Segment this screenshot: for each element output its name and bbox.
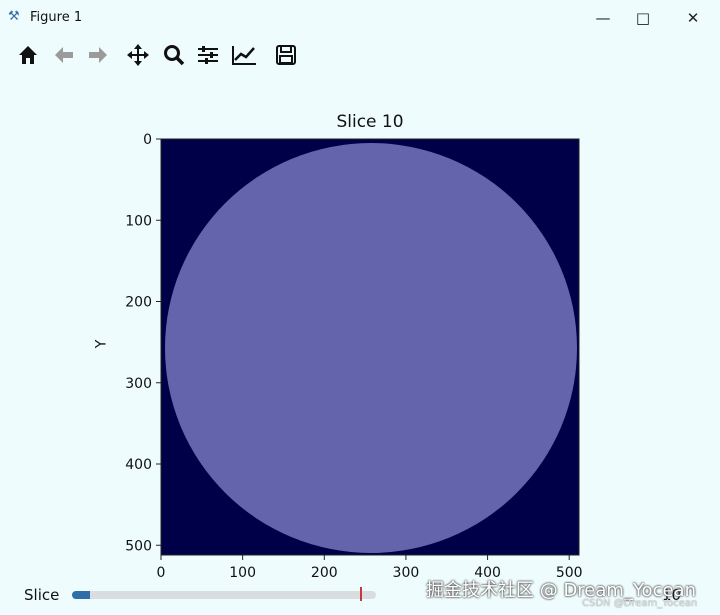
- watermark-sub: CSDN @Dream_Yocean: [582, 598, 698, 609]
- save-icon[interactable]: [270, 39, 302, 71]
- pan-icon[interactable]: [122, 39, 154, 71]
- forward-icon[interactable]: [82, 39, 114, 71]
- y-tick-label: 100: [125, 213, 152, 229]
- configure-subplots-icon[interactable]: [192, 39, 224, 71]
- x-tick-label: 200: [311, 565, 338, 581]
- title-bar: ⚒ Figure 1 — □ ✕: [0, 0, 720, 36]
- y-axis-label: Y: [93, 339, 110, 349]
- axes-frame: [160, 138, 580, 556]
- zoom-icon[interactable]: [158, 39, 190, 71]
- x-tick-label: 0: [157, 565, 166, 581]
- plot-title: Slice 10: [336, 112, 404, 132]
- navigation-toolbar: [8, 36, 712, 74]
- matplotlib-icon: ⚒: [8, 9, 20, 24]
- maximize-icon[interactable]: □: [620, 4, 666, 32]
- plot-canvas: 0 100 200 300 400 5000100200300400500: [125, 132, 582, 581]
- image-background: [161, 139, 579, 555]
- window-title: Figure 1: [30, 10, 83, 25]
- close-icon[interactable]: ✕: [670, 4, 716, 32]
- slice-slider[interactable]: [72, 591, 376, 599]
- x-tick-label: 300: [393, 565, 420, 581]
- axes: 0 100 200 300 400 5000100200300400500: [125, 132, 582, 581]
- slider-initial-marker: [360, 587, 362, 601]
- image-disk: [165, 143, 577, 553]
- edit-axis-icon[interactable]: [228, 39, 260, 71]
- y-tick-label: 400: [125, 457, 152, 473]
- slider-label: Slice: [24, 586, 60, 604]
- back-icon[interactable]: [48, 39, 80, 71]
- x-tick-label: 100: [229, 565, 256, 581]
- y-tick-label: 0: [143, 132, 152, 148]
- home-icon[interactable]: [12, 39, 44, 71]
- y-tick-label: 500: [125, 538, 152, 554]
- y-tick-label: 200: [125, 295, 152, 311]
- y-tick-label: 300: [125, 376, 152, 392]
- slider-fill: [72, 591, 90, 599]
